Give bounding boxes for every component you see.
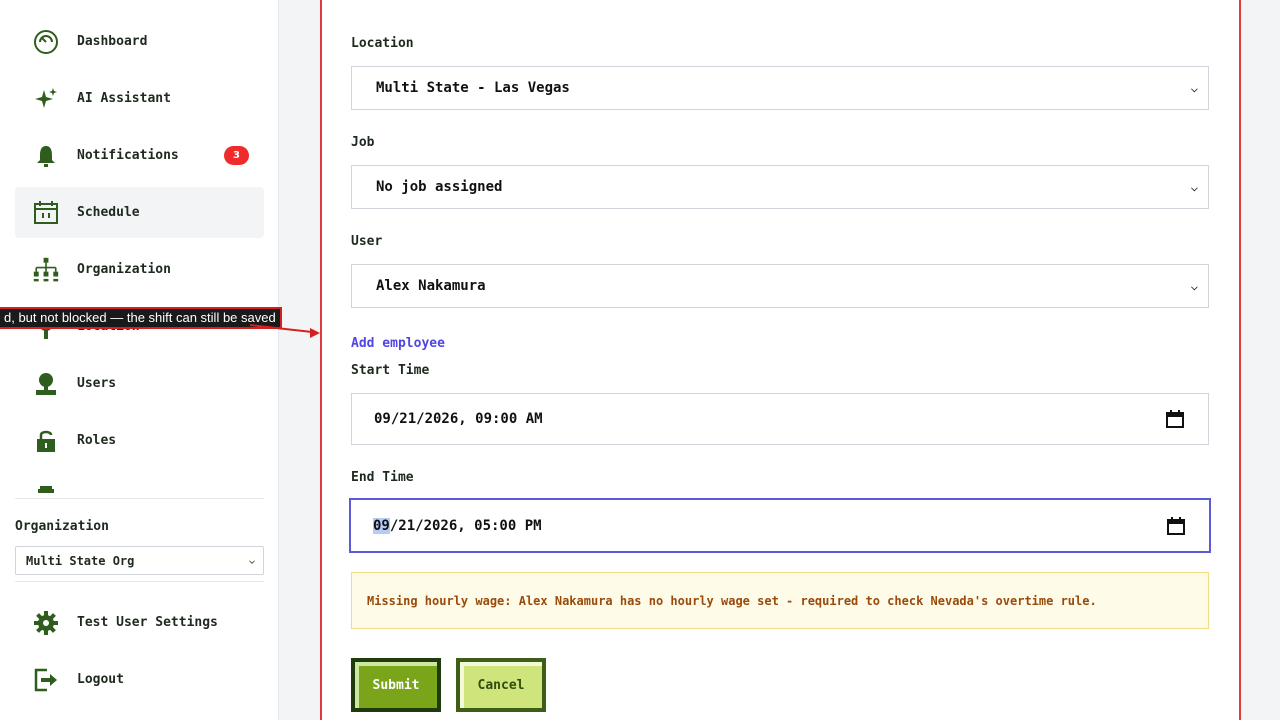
end-time-value-rest: /21/2026, 05:00 PM xyxy=(389,517,542,534)
job-select-value: No job assigned xyxy=(376,179,503,195)
annotation-callout: d, but not blocked — the shift can still… xyxy=(0,307,282,329)
chevron-down-icon: ⌵ xyxy=(1190,81,1198,95)
location-select[interactable]: Multi State - Las Vegas ⌵ xyxy=(351,66,1209,110)
end-time-input[interactable]: 09/21/2026, 05:00 PM xyxy=(349,498,1211,553)
dashboard-icon xyxy=(33,29,59,55)
sidebar-item-label: Roles xyxy=(77,433,117,448)
missing-wage-warning: Missing hourly wage: Alex Nakamura has n… xyxy=(351,572,1209,629)
padlock-icon xyxy=(33,428,59,454)
user-select[interactable]: Alex Nakamura ⌵ xyxy=(351,264,1209,308)
organization-select-value: Multi State Org xyxy=(26,553,135,568)
end-time-label: End Time xyxy=(351,470,414,485)
sidebar-item-label: Notifications xyxy=(77,148,179,163)
notification-count-badge: 3 xyxy=(224,146,249,165)
sidebar: Dashboard AI Assistant Notifications 3 S… xyxy=(0,0,279,720)
sparkle-icon xyxy=(33,86,59,112)
sidebar-item-settings[interactable]: Test User Settings xyxy=(15,597,264,648)
job-select[interactable]: No job assigned ⌵ xyxy=(351,165,1209,209)
organization-label: Organization xyxy=(15,519,109,534)
sidebar-item-label: Logout xyxy=(77,672,124,687)
start-time-value: 09/21/2026, 09:00 AM xyxy=(374,411,543,427)
calendar-picker-icon[interactable] xyxy=(1167,516,1185,535)
sidebar-divider xyxy=(15,581,264,582)
chevron-down-icon: ⌵ xyxy=(1190,180,1198,194)
location-select-value: Multi State - Las Vegas xyxy=(376,80,570,96)
sidebar-item-ai-assistant[interactable]: AI Assistant xyxy=(15,73,264,124)
sidebar-item-label: Users xyxy=(77,376,117,391)
sidebar-item-label: Organization xyxy=(77,262,171,277)
bell-icon xyxy=(33,143,59,169)
start-time-label: Start Time xyxy=(351,363,430,378)
sidebar-item-label: Dashboard xyxy=(77,34,148,49)
org-chart-icon xyxy=(33,257,59,283)
sidebar-item-schedule[interactable]: Schedule xyxy=(15,187,264,238)
submit-button[interactable]: Submit xyxy=(351,658,441,712)
sidebar-item-notifications[interactable]: Notifications 3 xyxy=(15,130,264,181)
sidebar-item-label: Test User Settings xyxy=(77,615,218,630)
logout-icon xyxy=(33,667,59,693)
user-icon xyxy=(33,371,59,397)
gear-icon xyxy=(33,610,59,636)
cancel-button[interactable]: Cancel xyxy=(456,658,546,712)
chevron-down-icon: ⌵ xyxy=(1190,279,1198,293)
sidebar-item-roles[interactable]: Roles xyxy=(15,415,264,466)
add-employee-link[interactable]: Add employee xyxy=(351,336,445,351)
start-time-input[interactable]: 09/21/2026, 09:00 AM xyxy=(351,393,1209,445)
job-label: Job xyxy=(351,135,375,150)
sidebar-item-label: AI Assistant xyxy=(77,91,171,106)
user-select-value: Alex Nakamura xyxy=(376,278,486,294)
sidebar-item-users[interactable]: Users xyxy=(15,358,264,409)
organization-select[interactable]: Multi State Org ⌵ xyxy=(15,546,264,575)
sidebar-item-organization[interactable]: Organization xyxy=(15,244,264,295)
clipped-nav-icon xyxy=(38,486,54,493)
sidebar-item-logout[interactable]: Logout xyxy=(15,654,264,705)
sidebar-divider xyxy=(15,498,264,499)
sidebar-item-dashboard[interactable]: Dashboard xyxy=(15,16,264,67)
chevron-down-icon: ⌵ xyxy=(248,555,255,566)
sidebar-scroll-overflow xyxy=(15,476,264,493)
calendar-picker-icon[interactable] xyxy=(1166,410,1184,428)
end-time-month-segment[interactable]: 09 xyxy=(373,517,390,534)
calendar-icon xyxy=(33,200,59,226)
location-label: Location xyxy=(351,36,414,51)
sidebar-item-label: Schedule xyxy=(77,205,140,220)
user-label: User xyxy=(351,234,383,249)
